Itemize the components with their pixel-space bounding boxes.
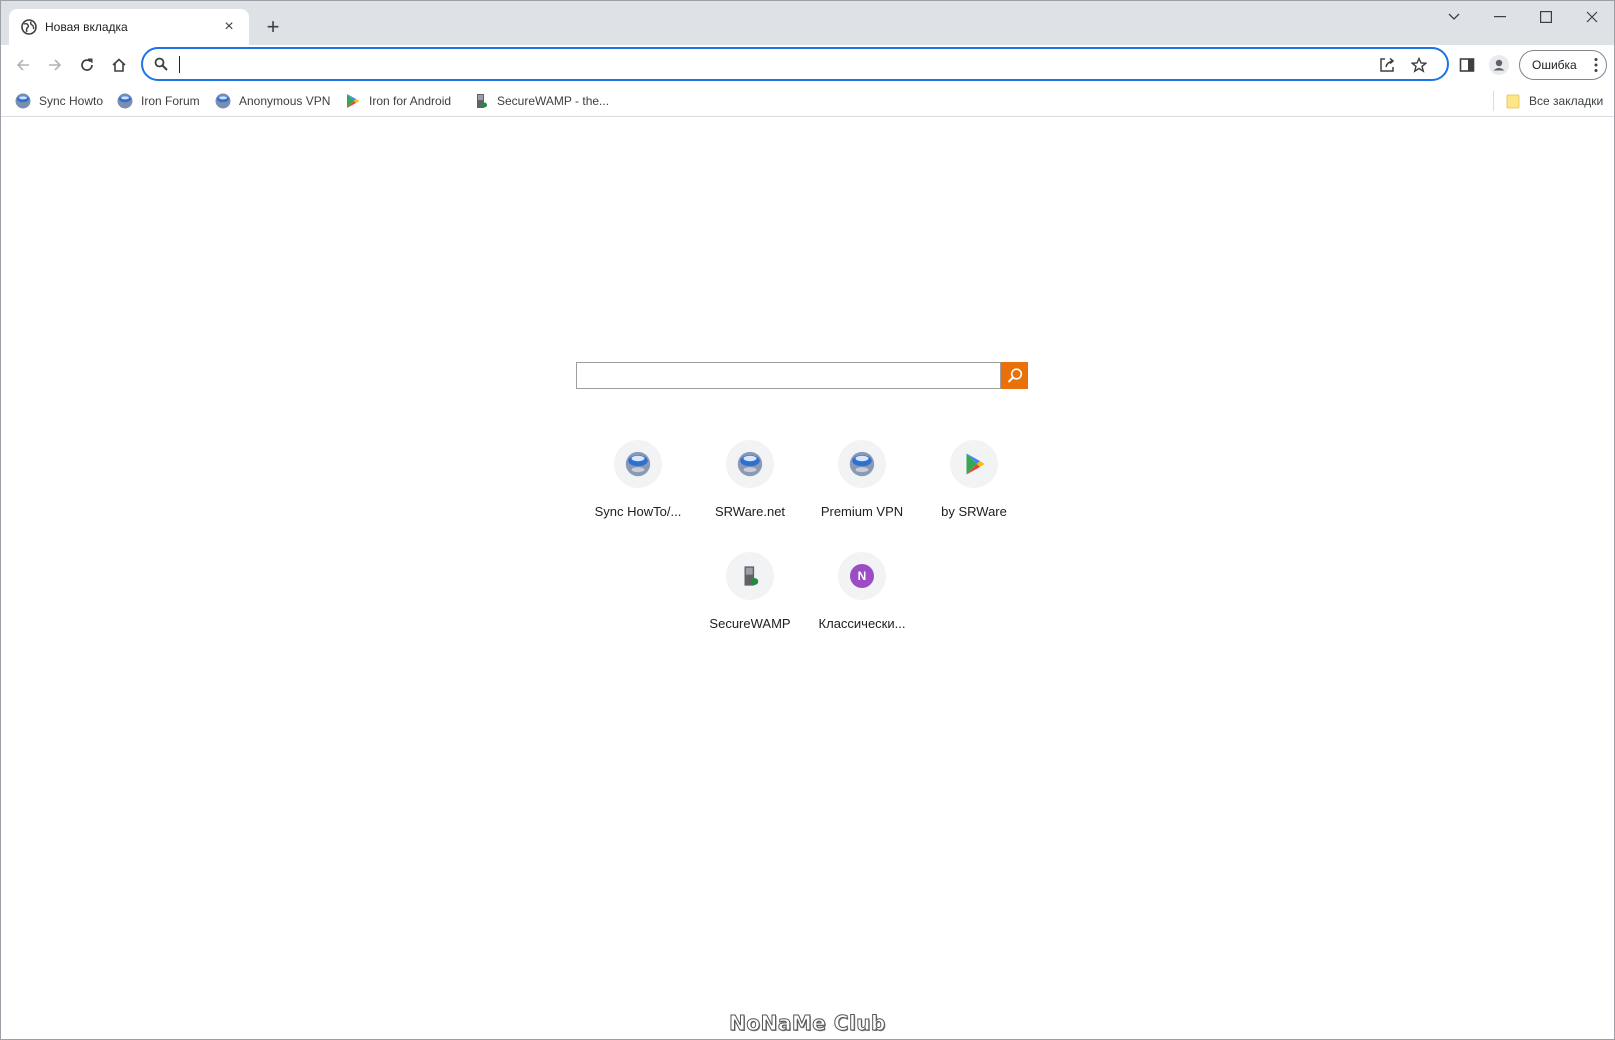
securewamp-icon xyxy=(477,94,487,108)
tab-new-tab[interactable]: Новая вкладка × xyxy=(9,9,249,45)
star-icon xyxy=(1411,57,1427,73)
tile-label: Классически... xyxy=(818,616,906,631)
bookmark-sync-howto[interactable]: Sync Howto xyxy=(15,90,103,112)
account-button[interactable] xyxy=(1483,49,1515,81)
profile-error-label: Ошибка xyxy=(1532,58,1577,72)
tile-icon-bg xyxy=(838,440,886,488)
iron-globe-icon xyxy=(15,93,31,109)
reload-button[interactable] xyxy=(71,49,103,81)
tile-icon-bg xyxy=(950,440,998,488)
bookmark-securewamp[interactable]: SecureWAMP - the... xyxy=(473,90,609,112)
tile-label: by SRWare xyxy=(941,504,1007,519)
shortcut-tile[interactable]: SecureWAMP xyxy=(694,552,806,656)
bookmark-label: SecureWAMP - the... xyxy=(497,94,610,108)
side-panel-icon xyxy=(1459,58,1475,72)
profile-error-button[interactable]: Ошибка xyxy=(1519,50,1607,80)
watermark: NoNaMe Club xyxy=(729,1011,886,1036)
toolbar: Ошибка xyxy=(1,45,1614,85)
address-bar[interactable] xyxy=(141,47,1449,81)
browser-window: Новая вкладка × + Ошибка Sync Howto Iron… xyxy=(0,0,1615,1040)
search-icon xyxy=(154,57,168,71)
side-panel-button[interactable] xyxy=(1451,49,1483,81)
tab-strip: Новая вкладка × + xyxy=(1,1,1614,45)
tab-search-button[interactable] xyxy=(1431,1,1477,33)
maximize-button[interactable] xyxy=(1523,1,1569,33)
share-button[interactable] xyxy=(1377,55,1397,75)
minimize-button[interactable] xyxy=(1477,1,1523,33)
tab-title: Новая вкладка xyxy=(45,20,128,34)
search-button[interactable] xyxy=(1001,362,1028,389)
shortcut-tile[interactable]: N Классически... xyxy=(806,552,918,656)
close-window-button[interactable] xyxy=(1569,1,1614,33)
letter-n-icon: N xyxy=(850,564,874,588)
securewamp-icon xyxy=(744,566,759,586)
folder-icon xyxy=(1506,94,1520,109)
tile-label: SRWare.net xyxy=(714,504,786,519)
bookmark-star-button[interactable] xyxy=(1409,55,1429,75)
share-icon xyxy=(1380,57,1395,72)
tile-icon-bg xyxy=(726,552,774,600)
more-menu-icon[interactable] xyxy=(1594,57,1598,73)
globe-icon xyxy=(21,19,37,35)
tile-label: SecureWAMP xyxy=(709,616,791,631)
iron-globe-icon xyxy=(215,93,231,109)
iron-globe-icon xyxy=(737,451,763,477)
maximize-icon xyxy=(1540,11,1552,23)
bookmark-iron-for-android[interactable]: Iron for Android xyxy=(345,90,451,112)
bookmark-label: Sync Howto xyxy=(39,94,104,108)
close-icon xyxy=(1586,11,1598,23)
all-bookmarks-folder[interactable]: Все закладки xyxy=(1505,90,1603,112)
search-input[interactable] xyxy=(576,362,1001,389)
bookmark-iron-forum[interactable]: Iron Forum xyxy=(117,90,200,112)
iron-globe-icon xyxy=(117,93,133,109)
bookmark-label: Anonymous VPN xyxy=(239,94,331,108)
play-store-icon xyxy=(347,94,360,108)
arrow-left-icon xyxy=(16,59,29,71)
bookmarks-separator xyxy=(1493,91,1494,111)
new-tab-button[interactable]: + xyxy=(259,13,287,41)
play-store-icon xyxy=(966,453,985,475)
forward-button[interactable] xyxy=(39,49,71,81)
tile-label: Sync HowTo/... xyxy=(594,504,682,519)
tile-icon-bg xyxy=(614,440,662,488)
new-tab-page: Sync HowTo/... SRWare.net Premium VPN by… xyxy=(1,118,1614,1039)
minimize-icon xyxy=(1494,16,1506,18)
tile-icon-bg xyxy=(726,440,774,488)
home-button[interactable] xyxy=(103,49,135,81)
all-bookmarks-label: Все закладки xyxy=(1529,94,1604,108)
home-icon xyxy=(112,58,126,72)
tab-close-icon[interactable]: × xyxy=(219,17,239,37)
shortcut-tile[interactable]: SRWare.net xyxy=(694,440,806,544)
back-button[interactable] xyxy=(7,49,39,81)
chevron-down-icon xyxy=(1448,13,1460,20)
address-input[interactable] xyxy=(179,53,1359,75)
shortcut-tile[interactable]: Premium VPN xyxy=(806,440,918,544)
shortcut-tile[interactable]: by SRWare xyxy=(918,440,1030,544)
bookmark-anonymous-vpn[interactable]: Anonymous VPN xyxy=(215,90,330,112)
tile-icon-bg: N xyxy=(838,552,886,600)
text-caret xyxy=(179,56,180,73)
shortcut-tile[interactable]: Sync HowTo/... xyxy=(582,440,694,544)
reload-icon xyxy=(81,58,93,71)
bookmarks-bar: Sync Howto Iron Forum Anonymous VPN Iron… xyxy=(1,85,1614,117)
search-icon xyxy=(1007,367,1022,383)
iron-globe-icon xyxy=(849,451,875,477)
bookmark-label: Iron Forum xyxy=(141,94,200,108)
avatar-icon xyxy=(1489,55,1509,75)
tile-label: Premium VPN xyxy=(820,504,904,519)
arrow-right-icon xyxy=(49,59,62,71)
iron-globe-icon xyxy=(625,451,651,477)
bookmark-label: Iron for Android xyxy=(369,94,452,108)
